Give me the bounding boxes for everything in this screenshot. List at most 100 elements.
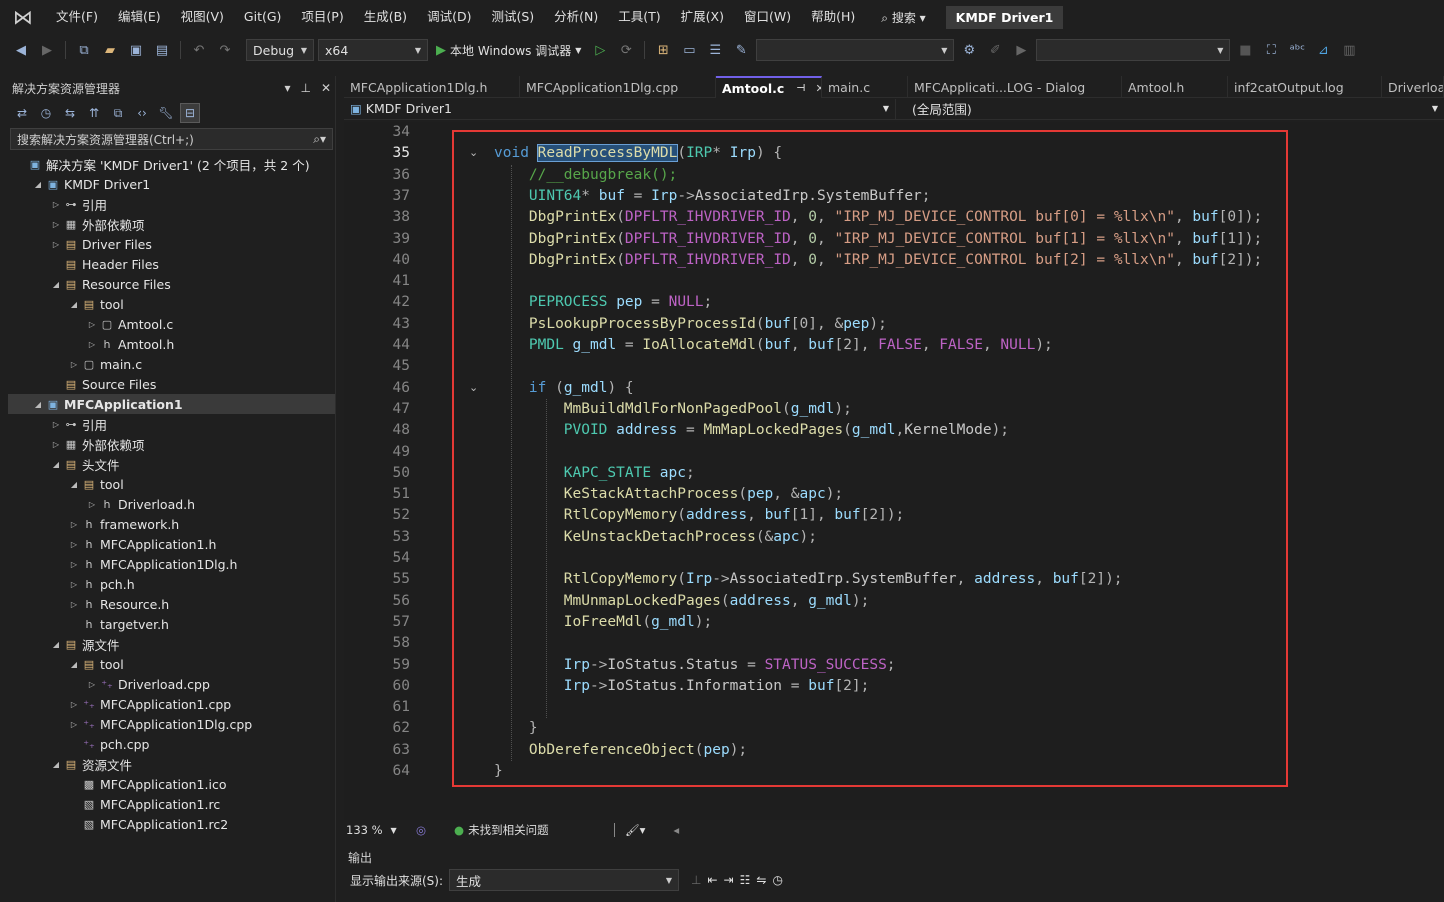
tree-item[interactable]: ◢ ▣ KMDF Driver1: [8, 174, 335, 194]
next-message-icon[interactable]: ⇥: [724, 873, 734, 887]
chevron-right-icon[interactable]: ▷: [50, 200, 62, 209]
previous-message-icon[interactable]: ⇤: [707, 873, 717, 887]
hot-reload-icon[interactable]: ⟳: [615, 39, 637, 61]
comment-icon[interactable]: ☰: [704, 39, 726, 61]
document-tab[interactable]: Driverloa: [1382, 76, 1444, 98]
chevron-right-icon[interactable]: ▷: [68, 600, 80, 609]
tree-item[interactable]: ▩ MFCApplication1.ico: [8, 774, 335, 794]
tree-item[interactable]: ▷ h MFCApplication1Dlg.h: [8, 554, 335, 574]
new-project-icon[interactable]: ⧉: [73, 39, 95, 61]
document-tab[interactable]: Amtool.c⊣✕: [716, 76, 822, 98]
pin-icon[interactable]: ⊥: [300, 81, 310, 95]
menu-item[interactable]: 帮助(H): [801, 0, 865, 34]
chevron-down-icon[interactable]: ◢: [32, 180, 44, 189]
chevron-down-icon[interactable]: ◢: [50, 460, 62, 469]
copilot-icon[interactable]: ◎: [416, 823, 426, 837]
chevron-down-icon[interactable]: ◢: [68, 660, 80, 669]
open-folder-icon[interactable]: ▰: [99, 39, 121, 61]
tree-item[interactable]: ▷ ▢ Amtool.c: [8, 314, 335, 334]
solution-explorer-icon[interactable]: ⊞: [652, 39, 674, 61]
forward-icon[interactable]: ▶: [36, 39, 58, 61]
chevron-down-icon[interactable]: ◢: [50, 760, 62, 769]
document-tab[interactable]: Amtool.h: [1122, 76, 1228, 98]
tree-item[interactable]: ▷ h pch.h: [8, 574, 335, 594]
document-tab[interactable]: MFCApplication1Dlg.cpp: [520, 76, 716, 98]
document-tab[interactable]: MFCApplicati...LOG - Dialog: [908, 76, 1122, 98]
tree-item[interactable]: ▷ ⁺₊ Driverload.cpp: [8, 674, 335, 694]
tree-item[interactable]: ▷ h MFCApplication1.h: [8, 534, 335, 554]
tree-item[interactable]: ▷ ▢ main.c: [8, 354, 335, 374]
search-button[interactable]: ⌕ 搜索 ▾: [873, 9, 933, 26]
chevron-down-icon[interactable]: ◢: [68, 480, 80, 489]
platform-select[interactable]: x64 ▼: [318, 39, 428, 61]
document-tab[interactable]: main.c: [822, 76, 908, 98]
chevron-down-icon[interactable]: ◢: [68, 300, 80, 309]
chevron-right-icon[interactable]: ▷: [50, 220, 62, 229]
chevron-right-icon[interactable]: ▷: [50, 440, 62, 449]
tree-item[interactable]: ▷ ▦ 外部依赖项: [8, 434, 335, 454]
chevron-right-icon[interactable]: ▷: [68, 360, 80, 369]
tree-item[interactable]: ▷ h Resource.h: [8, 594, 335, 614]
tree-item[interactable]: ◢ ▤ 资源文件: [8, 754, 335, 774]
tree-item[interactable]: ▷ ⊶ 引用: [8, 194, 335, 214]
chevron-right-icon[interactable]: ▷: [86, 680, 98, 689]
tree-item[interactable]: ◢ ▤ tool: [8, 474, 335, 494]
issues-indicator[interactable]: ● 未找到相关问题: [454, 822, 604, 838]
tree-item[interactable]: ▷ ▤ Driver Files: [8, 234, 335, 254]
tree-item[interactable]: ▣ 解决方案 'KMDF Driver1' (2 个项目，共 2 个): [8, 154, 335, 174]
switch-views-icon[interactable]: ⇄: [12, 103, 32, 123]
thread-icon[interactable]: ⛶: [1260, 39, 1282, 61]
chevron-right-icon[interactable]: ▷: [68, 700, 80, 709]
preview-selected-icon[interactable]: ⊟: [180, 103, 200, 123]
menu-item[interactable]: 测试(S): [481, 0, 544, 34]
tree-item[interactable]: ◢ ▤ 源文件: [8, 634, 335, 654]
chevron-right-icon[interactable]: ▷: [68, 540, 80, 549]
pencil-icon[interactable]: ✐: [984, 39, 1006, 61]
properties-icon[interactable]: 🔧︎: [156, 103, 176, 123]
find-message-icon[interactable]: ⊥: [691, 873, 701, 887]
zoom-combo[interactable]: 133 % ▼: [346, 823, 406, 837]
tree-item[interactable]: ▤ Source Files: [8, 374, 335, 394]
tree-item[interactable]: ▧ MFCApplication1.rc2: [8, 814, 335, 834]
step-icon[interactable]: ▶: [1010, 39, 1032, 61]
menu-item[interactable]: 视图(V): [171, 0, 234, 34]
tree-item[interactable]: ▷ ⁺₊ MFCApplication1.cpp: [8, 694, 335, 714]
stop-icon[interactable]: ■: [1234, 39, 1256, 61]
scope-nav-combo[interactable]: (全局范围) ▼: [896, 99, 1444, 119]
tree-item[interactable]: ▷ ⊶ 引用: [8, 414, 335, 434]
configuration-select[interactable]: Debug ▼: [246, 39, 314, 61]
redo-icon[interactable]: ↷: [214, 39, 236, 61]
back-icon[interactable]: ◀: [10, 39, 32, 61]
document-tab[interactable]: inf2catOutput.log: [1228, 76, 1382, 98]
menu-item[interactable]: Git(G): [234, 0, 292, 34]
menu-item[interactable]: 扩展(X): [671, 0, 734, 34]
chevron-right-icon[interactable]: ▷: [86, 500, 98, 509]
tree-item[interactable]: ◢ ▤ tool: [8, 294, 335, 314]
chevron-right-icon[interactable]: ▷: [68, 560, 80, 569]
menu-item[interactable]: 项目(P): [291, 0, 353, 34]
save-icon[interactable]: ▣: [125, 39, 147, 61]
more-icon[interactable]: ▥: [1338, 39, 1360, 61]
dropdown-icon[interactable]: ▾: [284, 81, 290, 95]
fold-chevron-icon[interactable]: ⌄: [469, 146, 478, 159]
collapse-all-icon[interactable]: ⇈: [84, 103, 104, 123]
start-debugging-button[interactable]: ▶ 本地 Windows 调试器 ▼: [432, 42, 585, 59]
spell-check-icon[interactable]: ᵃᵇᶜ: [1286, 39, 1308, 61]
pin-icon[interactable]: ⊣: [796, 83, 805, 94]
menu-item[interactable]: 生成(B): [354, 0, 417, 34]
undo-icon[interactable]: ↶: [188, 39, 210, 61]
tree-item[interactable]: h targetver.h: [8, 614, 335, 634]
tree-item[interactable]: ▧ MFCApplication1.rc: [8, 794, 335, 814]
solution-search-input[interactable]: 搜索解决方案资源管理器(Ctrl+;) ⌕▾: [10, 128, 333, 150]
menu-item[interactable]: 窗口(W): [734, 0, 801, 34]
tree-item[interactable]: ▷ h Driverload.h: [8, 494, 335, 514]
chevron-right-icon[interactable]: ▷: [68, 520, 80, 529]
chevron-right-icon[interactable]: ▷: [68, 580, 80, 589]
chevron-right-icon[interactable]: ▷: [86, 340, 98, 349]
chevron-right-icon[interactable]: ▷: [86, 320, 98, 329]
menu-item[interactable]: 工具(T): [608, 0, 670, 34]
layout-icon[interactable]: ▭: [678, 39, 700, 61]
close-icon[interactable]: ✕: [321, 81, 331, 95]
chevron-down-icon[interactable]: ◢: [50, 280, 62, 289]
tree-item[interactable]: ◢ ▤ tool: [8, 654, 335, 674]
